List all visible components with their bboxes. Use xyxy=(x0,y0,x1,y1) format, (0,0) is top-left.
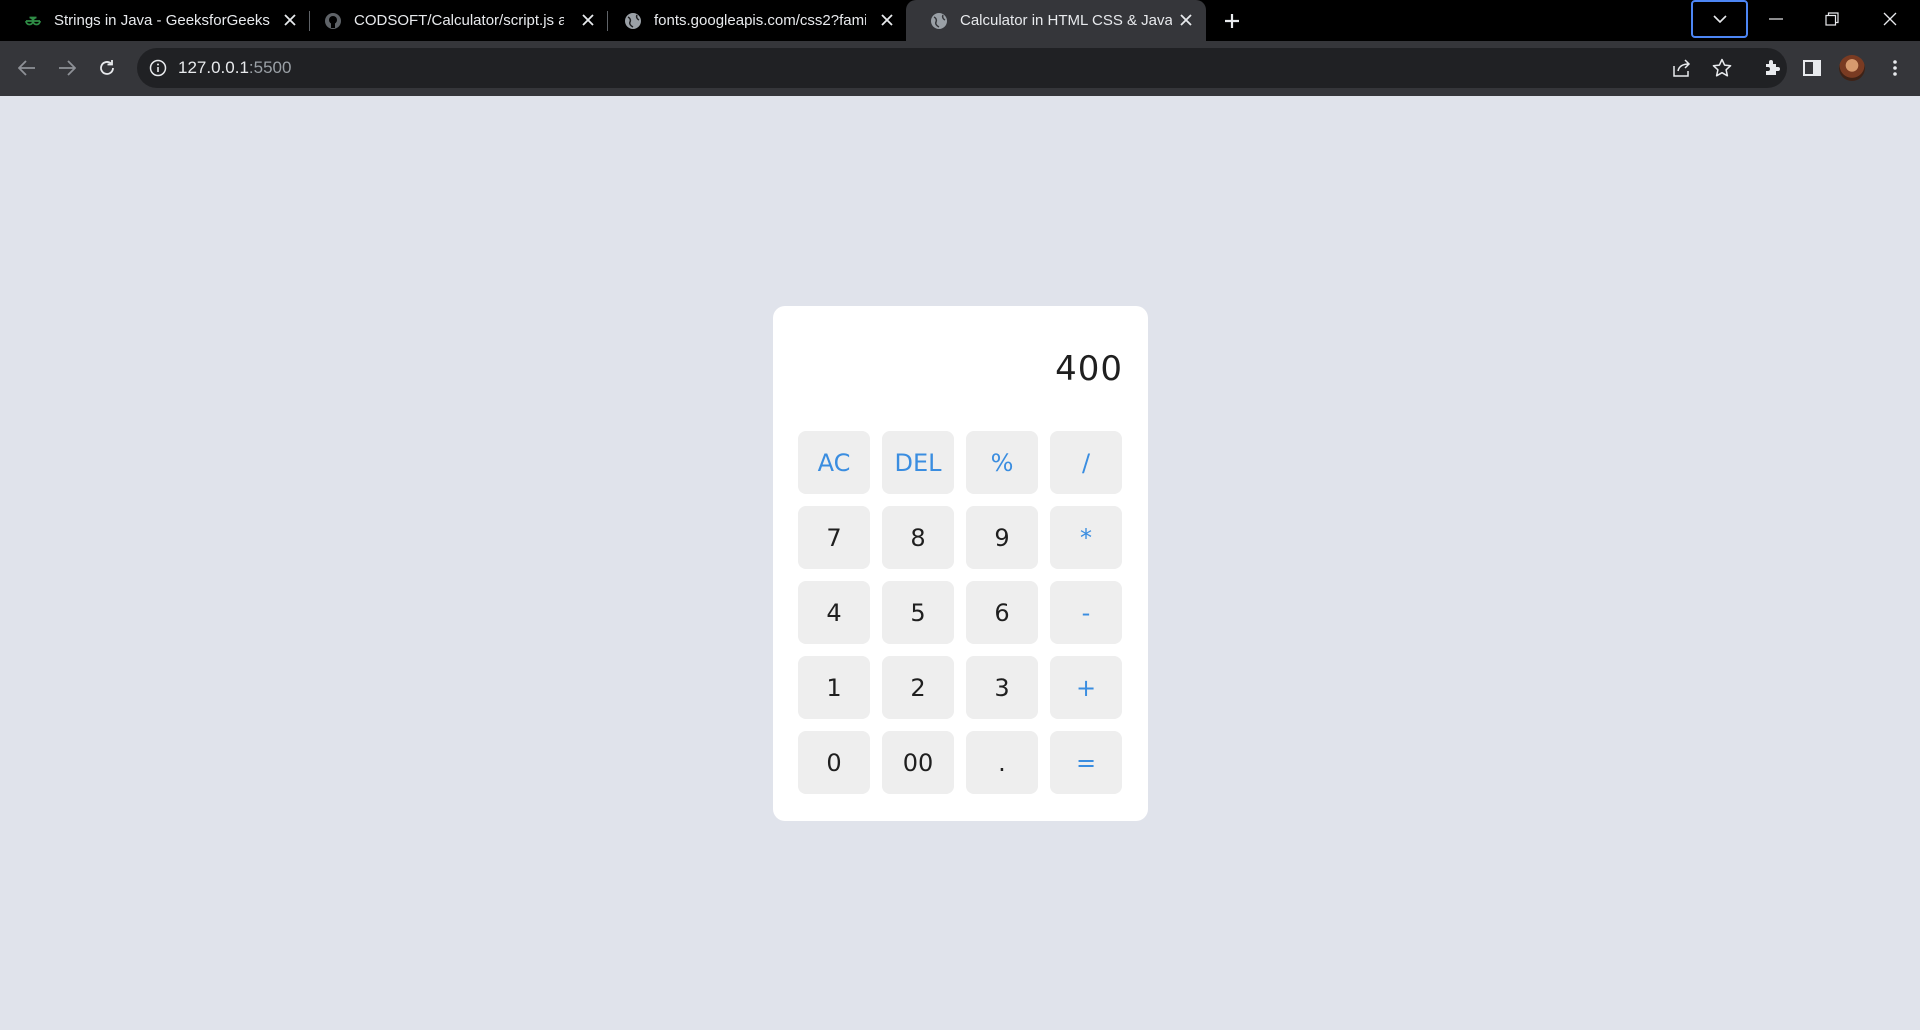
globe-icon xyxy=(624,12,642,30)
new-tab-button[interactable] xyxy=(1219,8,1245,34)
arrow-right-icon xyxy=(59,60,76,76)
key-1-button[interactable]: 1 xyxy=(798,656,870,719)
key-multiply-button[interactable]: * xyxy=(1050,506,1122,569)
key-4-button[interactable]: 4 xyxy=(798,581,870,644)
key-clear-button[interactable]: AC xyxy=(798,431,870,494)
plus-icon xyxy=(1225,14,1239,28)
page-content: 400 AC DEL%/ 7 8 9 * 4 5 6- 1 2 3 +0 00. = xyxy=(0,96,1920,1030)
browser-toolbar: 127.0.0.1:5500 xyxy=(0,41,1920,96)
back-button[interactable] xyxy=(10,51,44,85)
tab-calculator-active[interactable]: Calculator in HTML CSS & JavaS xyxy=(906,0,1206,41)
puzzle-icon xyxy=(1766,60,1780,75)
key-minus-button[interactable]: - xyxy=(1050,581,1122,644)
tab-title: CODSOFT/Calculator/script.js at xyxy=(354,12,564,29)
minimize-button[interactable] xyxy=(1748,0,1804,38)
bookmark-star-icon[interactable] xyxy=(1711,57,1733,79)
close-window-button[interactable] xyxy=(1862,0,1918,38)
profile-avatar[interactable] xyxy=(1839,55,1865,81)
chevron-down-icon xyxy=(1712,15,1727,23)
key-divide-button[interactable]: / xyxy=(1050,431,1122,494)
menu-button[interactable] xyxy=(1878,51,1912,85)
key-delete-button[interactable]: DEL xyxy=(882,431,954,494)
key-8-button[interactable]: 8 xyxy=(882,506,954,569)
geeksforgeeks-icon xyxy=(24,12,42,30)
close-icon[interactable] xyxy=(578,10,598,30)
key-plus-button[interactable]: + xyxy=(1050,656,1122,719)
share-icon[interactable] xyxy=(1671,57,1693,79)
reload-button[interactable] xyxy=(90,51,124,85)
key-5-button[interactable]: 5 xyxy=(882,581,954,644)
minimize-icon xyxy=(1769,18,1783,20)
restore-icon xyxy=(1825,12,1839,26)
key-equals-button[interactable]: = xyxy=(1050,731,1122,794)
address-bar[interactable]: 127.0.0.1:5500 xyxy=(137,48,1787,88)
tab-strip: Strings in Java - GeeksforGeeks CODSOFT/… xyxy=(0,0,1920,41)
tab-search-button[interactable] xyxy=(1691,0,1748,38)
url-host: 127.0.0.1 xyxy=(178,58,249,77)
close-icon[interactable] xyxy=(280,10,300,30)
key-9-button[interactable]: 9 xyxy=(966,506,1038,569)
calculator-keypad: AC DEL%/ 7 8 9 * 4 5 6- 1 2 3 +0 00. = xyxy=(798,431,1123,794)
address-url: 127.0.0.1:5500 xyxy=(178,58,291,78)
more-vert-icon xyxy=(1893,60,1897,76)
key-0-button[interactable]: 0 xyxy=(798,731,870,794)
calculator-display: 400 xyxy=(1055,349,1123,389)
tab-title: Calculator in HTML CSS & JavaS xyxy=(960,12,1172,29)
tab-fonts-googleapis[interactable]: fonts.googleapis.com/css2?fami xyxy=(600,0,906,41)
restore-button[interactable] xyxy=(1804,0,1860,38)
close-icon[interactable] xyxy=(1176,10,1196,30)
tab-strings-in-java[interactable]: Strings in Java - GeeksforGeeks xyxy=(0,0,300,41)
side-panel-icon xyxy=(1803,60,1821,76)
arrow-left-icon xyxy=(18,60,35,76)
tab-title: Strings in Java - GeeksforGeeks xyxy=(54,12,270,29)
tab-codsoft-script[interactable]: CODSOFT/Calculator/script.js at xyxy=(300,0,608,41)
reload-icon xyxy=(100,60,114,75)
key-percent-button[interactable]: % xyxy=(966,431,1038,494)
side-panel-button[interactable] xyxy=(1795,51,1829,85)
calculator: 400 AC DEL%/ 7 8 9 * 4 5 6- 1 2 3 +0 00. = xyxy=(773,306,1148,821)
key-2-button[interactable]: 2 xyxy=(882,656,954,719)
key-7-button[interactable]: 7 xyxy=(798,506,870,569)
key-decimal-button[interactable]: . xyxy=(966,731,1038,794)
key-3-button[interactable]: 3 xyxy=(966,656,1038,719)
key-6-button[interactable]: 6 xyxy=(966,581,1038,644)
globe-icon xyxy=(930,12,948,30)
url-port: :5500 xyxy=(248,58,292,77)
key-double-zero-button[interactable]: 00 xyxy=(882,731,954,794)
extensions-button[interactable] xyxy=(1755,51,1789,85)
info-icon[interactable] xyxy=(149,59,167,77)
close-icon[interactable] xyxy=(877,10,897,30)
forward-button[interactable] xyxy=(50,51,84,85)
tab-title: fonts.googleapis.com/css2?fami xyxy=(654,12,866,29)
close-icon xyxy=(1883,12,1897,26)
github-icon xyxy=(324,12,342,30)
